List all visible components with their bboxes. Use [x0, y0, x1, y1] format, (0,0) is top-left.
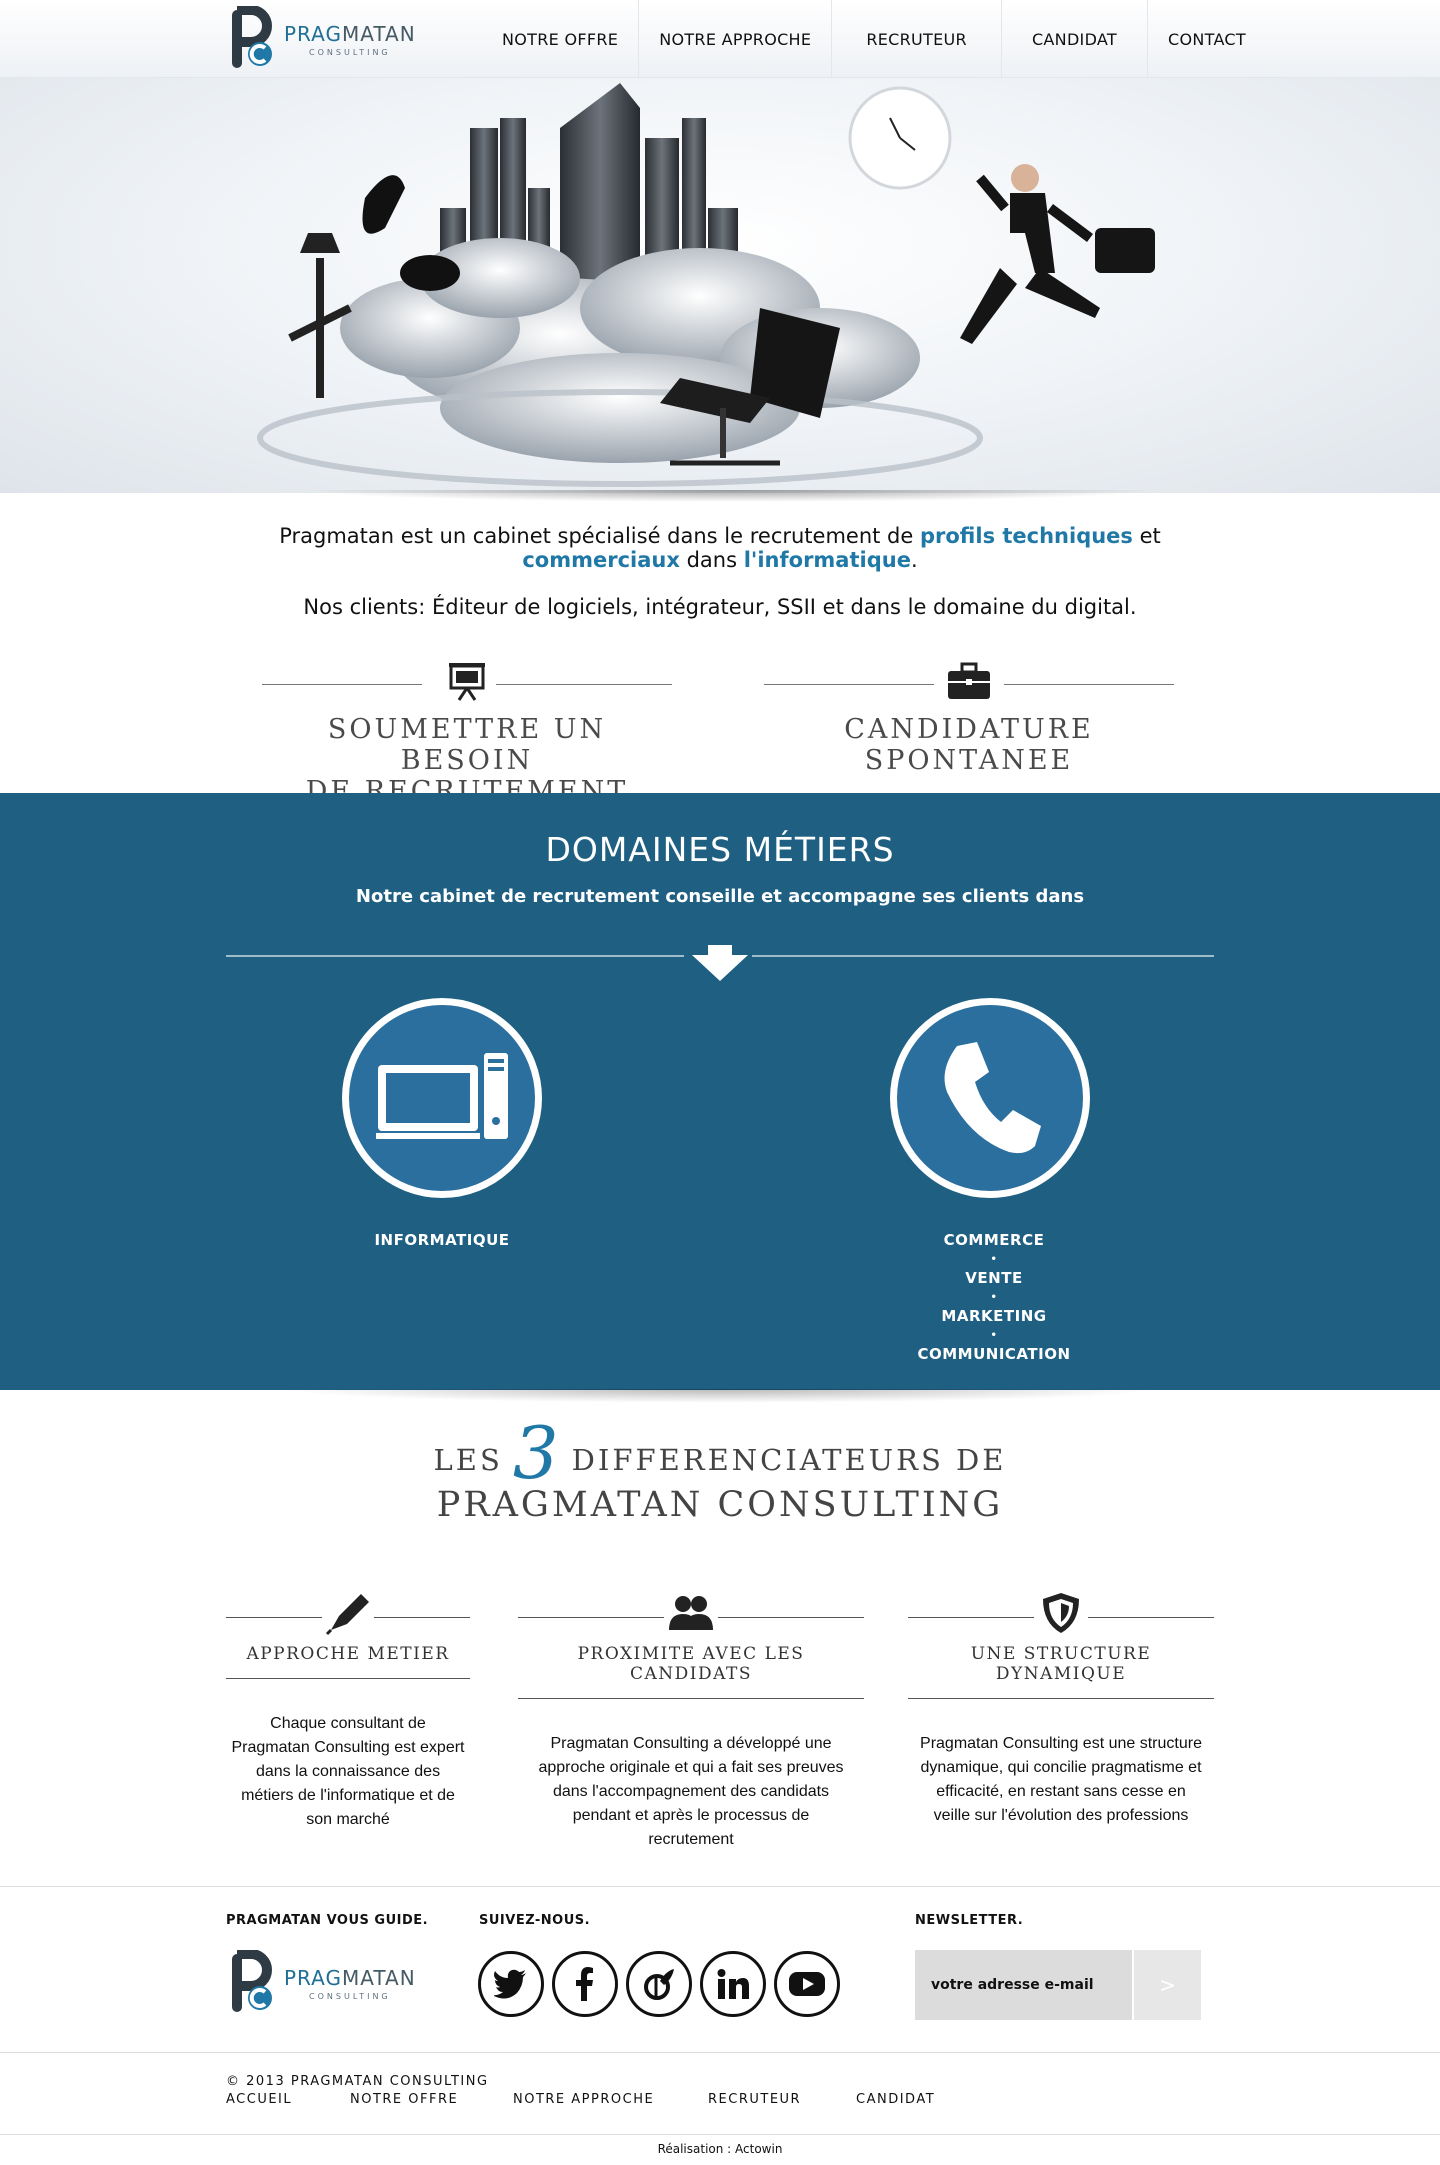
footer-link-notre-offre[interactable]: NOTRE OFFRE	[350, 2092, 513, 2107]
domaines-rule-left	[226, 955, 684, 957]
intro-line1-end: et	[1132, 524, 1161, 548]
footer-logo[interactable]: PRAGMATAN CONSULTING	[228, 1949, 416, 2016]
diff-title-differenciateurs: DIFFERENCIATEURS DE	[571, 1443, 1007, 1477]
site-header: PRAGMATAN CONSULTING NOTRE OFFRE NOTRE A…	[0, 0, 1440, 78]
footer-newsletter-heading: NEWSLETTER.	[915, 1913, 1024, 1928]
feature-proximite-candidats: PROXIMITE AVEC LES CANDIDATS Pragmatan C…	[518, 1590, 864, 1852]
pen-icon	[323, 1590, 373, 1640]
facebook-icon[interactable]	[552, 1951, 618, 2017]
brand-tagline: CONSULTING	[309, 1991, 391, 2001]
diff-title-company: PRAGMATAN CONSULTING	[436, 1485, 1004, 1525]
street-lamp-icon	[288, 233, 352, 398]
nav-recruteur[interactable]: RECRUTEUR	[831, 0, 1001, 78]
informatique-circle[interactable]	[342, 998, 542, 1198]
newsletter-form: >	[915, 1950, 1201, 2020]
footer-divider	[0, 1886, 1440, 1887]
intro-highlight-commerciaux: commerciaux	[522, 548, 680, 572]
arrow-down-icon	[692, 945, 748, 985]
intro-line2-text: dans	[679, 548, 744, 572]
diff-title-number: 3	[512, 1411, 562, 1495]
brand-name-part1: PRAG	[284, 21, 342, 46]
youtube-icon[interactable]	[774, 1951, 840, 2017]
brand-name-part2: MATAN	[341, 1965, 416, 1990]
domaine-commerce-list: COMMERCE • VENTE • MARKETING • COMMUNICA…	[894, 1231, 1094, 1364]
phone-handset-icon	[944, 1042, 1041, 1154]
linkedin-icon[interactable]	[700, 1951, 766, 2017]
domaine-vente[interactable]: VENTE	[894, 1269, 1094, 1288]
domaine-informatique-label[interactable]: INFORMATIQUE	[342, 1231, 542, 1249]
newsletter-email-input[interactable]	[915, 1950, 1132, 2020]
footer-link-notre-approche[interactable]: NOTRE APPROCHE	[513, 2092, 708, 2107]
brand-name-part1: PRAG	[284, 1965, 342, 1990]
logo-mark-icon	[228, 1949, 276, 2016]
newsletter-submit-button[interactable]: >	[1132, 1950, 1201, 2020]
footer-link-candidat[interactable]: CANDIDAT	[856, 2092, 935, 2107]
nav-candidat[interactable]: CANDIDAT	[1000, 0, 1147, 78]
people-icon	[665, 1590, 717, 1640]
domaine-commerce[interactable]: COMMERCE	[894, 1231, 1094, 1250]
cta-right-line1: CANDIDATURE	[844, 714, 1094, 745]
main-nav: NOTRE OFFRE NOTRE APPROCHE RECRUTEUR CAN…	[482, 0, 1266, 78]
cta-soumettre-besoin[interactable]: SOUMETTRE UN BESOIN DE RECRUTEMENT	[262, 660, 672, 807]
domaines-metiers-section: DOMAINES MÉTIERS Notre cabinet de recrut…	[0, 793, 1440, 1390]
separator-dot: •	[990, 1330, 998, 1341]
separator-dot: •	[990, 1254, 998, 1265]
feature-title: UNE STRUCTURE DYNAMIQUE	[970, 1644, 1152, 1684]
domaine-marketing[interactable]: MARKETING	[894, 1307, 1094, 1326]
domaines-subtitle: Notre cabinet de recrutement conseille e…	[355, 886, 1085, 907]
domaines-title: DOMAINES MÉTIERS	[545, 830, 895, 869]
footer-copyright: © 2013 PRAGMATAN CONSULTING	[226, 2074, 489, 2089]
cta-candidature-spontanee[interactable]: CANDIDATURE SPONTANEE	[764, 660, 1174, 776]
clock-icon	[848, 86, 952, 190]
footer-guide-heading: PRAGMATAN VOUS GUIDE.	[226, 1913, 429, 1928]
social-links	[478, 1951, 848, 2017]
differenciateurs-title: LES 3 DIFFERENCIATEURS DE PRAGMATAN CONSUL…	[0, 1417, 1440, 1525]
brand-name-part2: MATAN	[341, 21, 416, 46]
feature-text: Chaque consultant de Pragmatan Consultin…	[231, 1715, 465, 1828]
intro-clients: Nos clients: Éditeur de logiciels, intég…	[303, 595, 1137, 619]
hero-shadow	[300, 490, 1160, 502]
separator-dot: •	[990, 1292, 998, 1303]
diff-title-les: LES	[433, 1443, 503, 1477]
cta-left-line1: SOUMETTRE UN BESOIN	[327, 714, 607, 776]
nav-notre-approche[interactable]: NOTRE APPROCHE	[638, 0, 831, 78]
footer-divider	[0, 2052, 1440, 2053]
footer-link-recruteur[interactable]: RECRUTEUR	[708, 2092, 856, 2107]
shield-icon	[1038, 1590, 1084, 1640]
feature-structure-dynamique: UNE STRUCTURE DYNAMIQUE Pragmatan Consul…	[908, 1590, 1214, 1828]
businessman-icon	[960, 164, 1155, 344]
footer-link-accueil[interactable]: ACCUEIL	[226, 2092, 350, 2107]
feature-text: Pragmatan Consulting est une structure d…	[920, 1735, 1202, 1824]
hero-illustration	[0, 78, 1440, 493]
nav-notre-offre[interactable]: NOTRE OFFRE	[482, 0, 638, 78]
feature-approche-metier: APPROCHE METIER Chaque consultant de Pra…	[226, 1590, 470, 1832]
footer-nav: ACCUEIL NOTRE OFFRE NOTRE APPROCHE RECRU…	[226, 2092, 935, 2107]
feature-title: APPROCHE METIER	[246, 1644, 450, 1664]
intro-line1-text: Pragmatan est un cabinet spécialisé dans…	[279, 524, 920, 548]
site-logo[interactable]: PRAGMATAN CONSULTING	[228, 4, 416, 72]
intro-text: Pragmatan est un cabinet spécialisé dans…	[0, 524, 1440, 619]
computer-icon	[376, 1053, 508, 1139]
viadeo-icon[interactable]	[626, 1951, 692, 2017]
footer-divider	[0, 2134, 1440, 2135]
commerce-circle[interactable]	[890, 998, 1090, 1198]
footer-follow-heading: SUIVEZ-NOUS.	[479, 1913, 591, 1928]
nav-contact[interactable]: CONTACT	[1147, 0, 1266, 78]
footer-credit[interactable]: Réalisation : Actowin	[0, 2142, 1440, 2156]
feature-text: Pragmatan Consulting a développé une app…	[538, 1735, 844, 1848]
page: PRAGMATAN CONSULTING NOTRE OFFRE NOTRE A…	[0, 0, 1440, 2165]
feature-title: PROXIMITE AVEC LES CANDIDATS	[577, 1644, 805, 1684]
logo-mark-icon	[228, 4, 276, 72]
intro-highlight-informatique: l'informatique	[743, 548, 911, 572]
section-shadow	[280, 1389, 1160, 1403]
briefcase-icon	[945, 660, 993, 708]
intro-line2-end: .	[910, 548, 918, 572]
cta-right-line2: SPONTANEE	[864, 745, 1074, 776]
domaine-communication[interactable]: COMMUNICATION	[894, 1345, 1094, 1364]
intro-highlight-profils: profils techniques	[919, 524, 1133, 548]
twitter-icon[interactable]	[478, 1951, 544, 2017]
brand-tagline: CONSULTING	[309, 47, 391, 57]
domaines-rule-right	[752, 955, 1214, 957]
presentation-board-icon	[445, 660, 489, 708]
